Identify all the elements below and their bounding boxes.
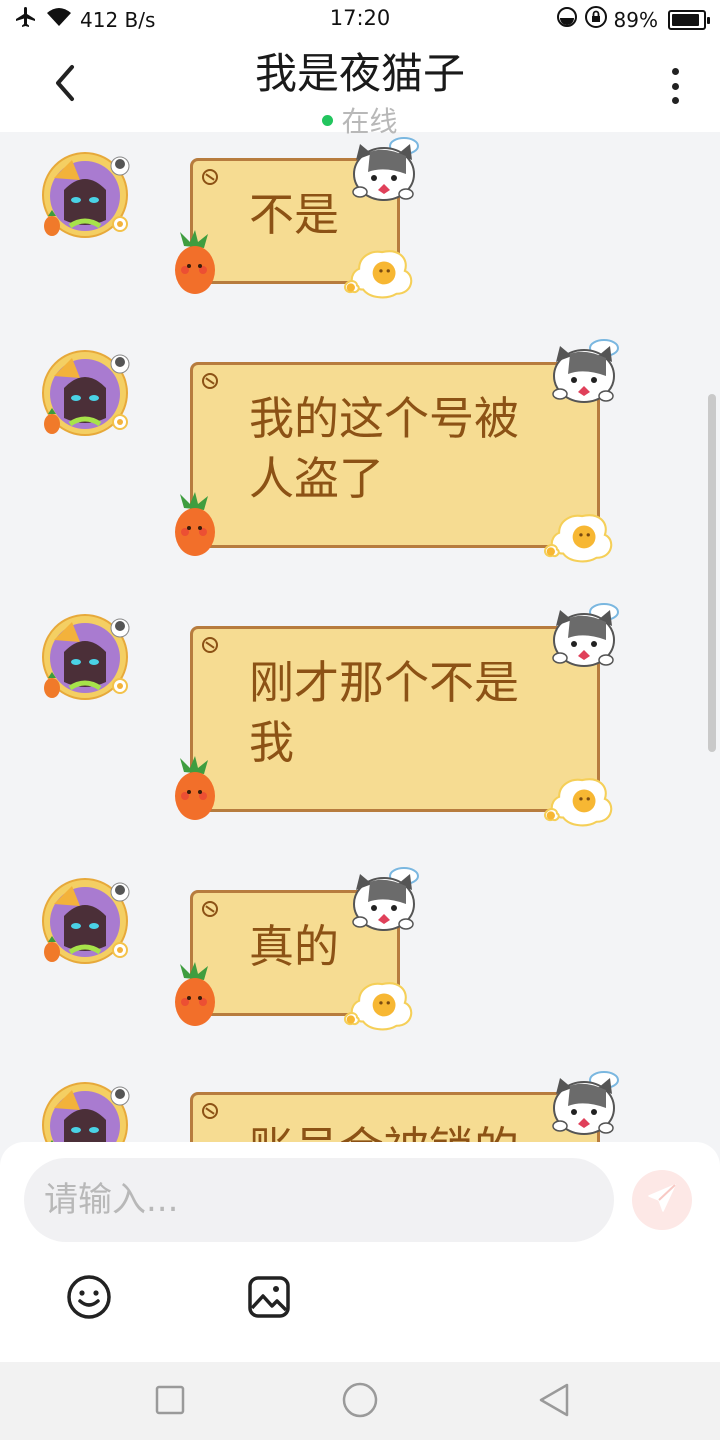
- scrollbar[interactable]: [708, 394, 716, 752]
- pin-icon: [202, 373, 218, 389]
- message-text: 不是: [249, 188, 340, 241]
- emoji-icon: [65, 1273, 113, 1325]
- avatar[interactable]: [40, 876, 130, 966]
- chat-header: 我是夜猫子 在线: [0, 38, 720, 138]
- pin-icon: [202, 901, 218, 917]
- battery-percent: 89%: [613, 7, 658, 32]
- message-bubble[interactable]: 账号会被锁的: [190, 1092, 600, 1142]
- message-text: 真的: [249, 920, 340, 973]
- input-panel: [0, 1142, 720, 1362]
- home-button[interactable]: [340, 1382, 380, 1422]
- battery-icon: [668, 9, 710, 30]
- recent-apps-button[interactable]: [150, 1382, 190, 1422]
- triangle-back-icon: [537, 1382, 571, 1422]
- egg-sticker-icon: [340, 248, 424, 300]
- online-dot-icon: [322, 114, 334, 126]
- egg-sticker-icon: [540, 776, 624, 828]
- carrot-sticker-icon: [170, 962, 220, 1028]
- emoji-button[interactable]: [64, 1274, 114, 1324]
- carrot-sticker-icon: [170, 492, 220, 558]
- cat-sticker-icon: [346, 136, 426, 208]
- status-right: 89%: [556, 5, 710, 34]
- battery-fill: [672, 13, 699, 26]
- message-row: 我的这个号被人盗了: [0, 348, 720, 568]
- message-row: 账号会被锁的: [0, 1080, 720, 1142]
- message-row: 真的: [0, 876, 720, 1036]
- more-dot: [671, 68, 679, 75]
- carrot-sticker-icon: [170, 230, 220, 296]
- cat-sticker-icon: [546, 1070, 626, 1142]
- system-nav-bar: [0, 1362, 720, 1440]
- send-button[interactable]: [632, 1170, 692, 1230]
- more-dot: [671, 82, 679, 90]
- chat-title: 我是夜猫子: [254, 49, 465, 98]
- avatar[interactable]: [40, 348, 130, 438]
- message-bubble[interactable]: 刚才那个不是我: [190, 626, 600, 812]
- message-list[interactable]: 不是 我的这个号被人盗了 刚才那个不是我 真的: [0, 132, 720, 1142]
- square-icon: [154, 1384, 186, 1420]
- egg-sticker-icon: [540, 512, 624, 564]
- rotation-lock-icon: [584, 5, 608, 34]
- cat-sticker-icon: [346, 866, 426, 938]
- cat-sticker-icon: [546, 602, 626, 674]
- message-text: 刚才那个不是我: [249, 656, 520, 769]
- message-row: 不是: [0, 150, 720, 310]
- pin-icon: [202, 169, 218, 185]
- back-nav-button[interactable]: [534, 1382, 574, 1422]
- egg-sticker-icon: [340, 980, 424, 1032]
- message-row: 刚才那个不是我: [0, 612, 720, 832]
- image-icon: [246, 1274, 292, 1324]
- cat-sticker-icon: [546, 338, 626, 410]
- status-bar: 412 B/s 17:20 89%: [0, 0, 720, 38]
- avatar[interactable]: [40, 1080, 130, 1142]
- pin-icon: [202, 637, 218, 653]
- message-text: 我的这个号被人盗了: [249, 392, 520, 505]
- avatar[interactable]: [40, 612, 130, 702]
- message-text: 账号会被锁的: [249, 1122, 519, 1142]
- pin-icon: [202, 1103, 218, 1119]
- more-dot: [671, 97, 679, 104]
- message-bubble[interactable]: 我的这个号被人盗了: [190, 362, 600, 548]
- carrot-sticker-icon: [170, 756, 220, 822]
- more-options-button[interactable]: [660, 64, 690, 108]
- do-not-disturb-icon: [556, 6, 578, 33]
- circle-icon: [341, 1381, 379, 1423]
- send-icon: [646, 1182, 678, 1218]
- avatar[interactable]: [40, 150, 130, 240]
- message-input[interactable]: [24, 1158, 614, 1242]
- image-button[interactable]: [244, 1274, 294, 1324]
